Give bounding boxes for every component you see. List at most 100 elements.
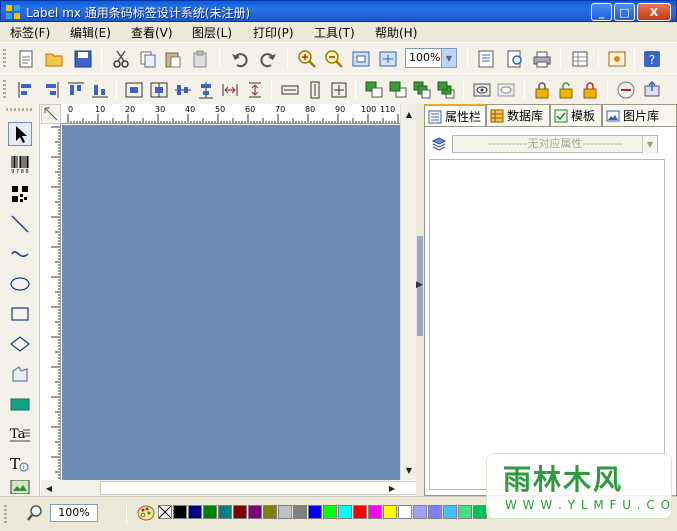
property-object-select[interactable]: ----------无对应属性---------- ▼ xyxy=(452,135,658,154)
no-color-swatch[interactable] xyxy=(158,505,172,519)
align-left-icon[interactable] xyxy=(16,80,36,100)
polygon-tool[interactable] xyxy=(8,362,32,386)
align-middle-icon[interactable] xyxy=(173,80,193,100)
minimize-button[interactable]: _ xyxy=(591,3,612,21)
export-icon[interactable] xyxy=(642,80,662,100)
line-tool[interactable] xyxy=(8,212,32,236)
show-icon[interactable] xyxy=(472,80,492,100)
zoom-in-icon[interactable] xyxy=(297,49,317,69)
ruler-corner[interactable] xyxy=(41,104,61,124)
color-swatch[interactable] xyxy=(233,505,247,519)
color-swatch[interactable] xyxy=(323,505,337,519)
send-backward-icon[interactable] xyxy=(436,80,456,100)
color-swatch[interactable] xyxy=(263,505,277,519)
scroll-down-icon[interactable]: ▼ xyxy=(401,462,417,478)
scroll-left-icon[interactable]: ◀ xyxy=(41,480,57,496)
image-tool[interactable] xyxy=(8,480,32,494)
tab-properties[interactable]: 属性栏 xyxy=(424,104,486,127)
color-swatch[interactable] xyxy=(338,505,352,519)
text-tool[interactable]: Ti xyxy=(8,452,32,476)
property-grid[interactable] xyxy=(429,159,665,490)
fill-rect-tool[interactable] xyxy=(8,392,32,416)
align-right-icon[interactable] xyxy=(41,80,61,100)
clear-icon[interactable] xyxy=(190,49,210,69)
lock-size-icon[interactable] xyxy=(580,80,600,100)
menu-layer[interactable]: 图层(L) xyxy=(192,24,232,41)
color-swatch[interactable] xyxy=(368,505,382,519)
color-swatch[interactable] xyxy=(458,505,472,519)
diamond-tool[interactable] xyxy=(8,332,32,356)
menu-edit[interactable]: 编辑(E) xyxy=(70,24,111,41)
align-bottom-icon[interactable] xyxy=(90,80,110,100)
magnifier-icon[interactable] xyxy=(26,504,44,522)
hide-icon[interactable] xyxy=(496,80,516,100)
print-preview-icon[interactable] xyxy=(505,49,525,69)
palette-grip[interactable] xyxy=(6,108,34,111)
same-size-icon[interactable] xyxy=(329,80,349,100)
color-swatch[interactable] xyxy=(383,505,397,519)
chevron-down-icon[interactable]: ▼ xyxy=(642,136,657,154)
close-button[interactable]: X xyxy=(637,3,671,21)
text-block-tool[interactable]: Ta xyxy=(8,422,32,446)
palette-icon[interactable] xyxy=(137,504,155,522)
scroll-thumb[interactable] xyxy=(100,481,431,495)
grid-icon[interactable] xyxy=(570,49,590,69)
status-zoom[interactable]: 100% xyxy=(50,504,98,522)
center-vertical-icon[interactable] xyxy=(149,80,169,100)
cut-icon[interactable] xyxy=(111,49,131,69)
align-top-icon[interactable] xyxy=(66,80,86,100)
color-swatch[interactable] xyxy=(413,505,427,519)
print-icon[interactable] xyxy=(532,49,552,69)
same-height-icon[interactable] xyxy=(305,80,325,100)
redo-icon[interactable] xyxy=(258,49,278,69)
color-swatch[interactable] xyxy=(398,505,412,519)
same-width-icon[interactable] xyxy=(280,80,300,100)
zoom-out-icon[interactable] xyxy=(324,49,344,69)
color-swatch[interactable] xyxy=(173,505,187,519)
panel-splitter[interactable]: ▶ xyxy=(416,104,424,496)
menu-print[interactable]: 打印(P) xyxy=(253,24,294,41)
maximize-button[interactable]: □ xyxy=(614,3,635,21)
unlock-icon[interactable] xyxy=(556,80,576,100)
open-folder-icon[interactable] xyxy=(44,49,64,69)
color-swatch[interactable] xyxy=(353,505,367,519)
new-file-icon[interactable] xyxy=(16,49,36,69)
distribute-horizontal-icon[interactable] xyxy=(220,80,240,100)
horizontal-scrollbar[interactable]: ◀ ▶ xyxy=(41,480,431,496)
label-canvas[interactable] xyxy=(62,125,401,480)
layout-icon[interactable] xyxy=(607,49,627,69)
color-swatch[interactable] xyxy=(278,505,292,519)
chevron-down-icon[interactable]: ▼ xyxy=(441,49,456,67)
undo-icon[interactable] xyxy=(230,49,250,69)
tab-database[interactable]: 数据库 xyxy=(486,104,550,126)
align-center-icon[interactable] xyxy=(196,80,216,100)
actual-size-icon[interactable] xyxy=(378,49,398,69)
color-swatch[interactable] xyxy=(473,505,487,519)
scroll-right-icon[interactable]: ▶ xyxy=(384,480,400,496)
tab-templates[interactable]: 模板 xyxy=(550,104,602,126)
distribute-vertical-icon[interactable] xyxy=(245,80,265,100)
zoom-select[interactable]: 100% ▼ xyxy=(405,48,457,68)
select-tool[interactable] xyxy=(8,122,32,146)
color-swatch[interactable] xyxy=(218,505,232,519)
color-swatch[interactable] xyxy=(428,505,442,519)
lock-icon[interactable] xyxy=(532,80,552,100)
color-swatch[interactable] xyxy=(443,505,457,519)
ellipse-tool[interactable] xyxy=(8,272,32,296)
fit-page-icon[interactable] xyxy=(351,49,371,69)
vertical-scrollbar[interactable]: ▲ ▼ xyxy=(400,104,416,480)
send-back-icon[interactable] xyxy=(388,80,408,100)
menu-label[interactable]: 标签(F) xyxy=(10,24,50,41)
paste-icon[interactable] xyxy=(163,49,183,69)
rectangle-tool[interactable] xyxy=(8,302,32,326)
copy-icon[interactable] xyxy=(138,49,158,69)
center-horizontal-icon[interactable] xyxy=(124,80,144,100)
menu-help[interactable]: 帮助(H) xyxy=(375,24,417,41)
curve-tool[interactable] xyxy=(8,242,32,266)
color-swatch[interactable] xyxy=(308,505,322,519)
tab-image-library[interactable]: 图片库 xyxy=(602,104,677,126)
barcode-tool[interactable]: 9 7 8 8 xyxy=(8,152,32,176)
qrcode-tool[interactable] xyxy=(8,182,32,206)
scroll-up-icon[interactable]: ▲ xyxy=(401,106,417,122)
menu-view[interactable]: 查看(V) xyxy=(131,24,173,41)
